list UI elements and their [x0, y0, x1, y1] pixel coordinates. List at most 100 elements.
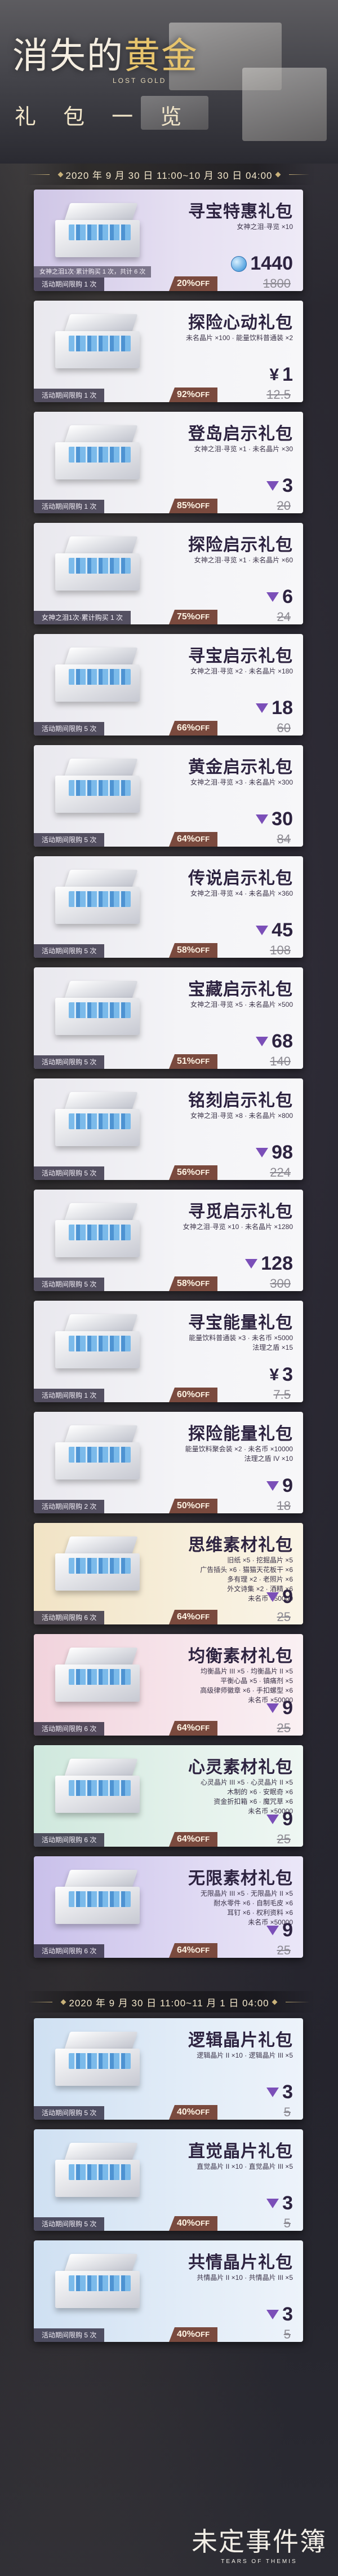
pack-items: 女神之泪·寻览 ×1 · 未名晶片 ×30: [158, 444, 293, 454]
pack-item-line: 木制的 ×6 · 安眠奇 ×6: [227, 1788, 293, 1796]
discount-bar: 20%OFF 1800: [169, 276, 303, 291]
gift-pack-card[interactable]: 无限素材礼包 无限晶片 III ×5 · 无限晶片 II ×5 耐水零件 ×6 · …: [34, 1856, 303, 1958]
gift-box-image: [44, 1644, 162, 1711]
gift-pack-card[interactable]: 心灵素材礼包 心灵晶片 III ×5 · 心灵晶片 II ×5 木制的 ×6 · 安…: [34, 1745, 303, 1847]
discount-badge: 56%OFF: [169, 1165, 218, 1180]
gift-box-image: [44, 1533, 162, 1600]
pack-item-line: 女神之泪·寻览 ×10 · 未名晶片 ×1280: [183, 1223, 293, 1231]
gift-pack-card[interactable]: 逻辑晶片礼包 逻辑晶片 II ×10 · 逻辑晶片 III ×5 3 40%OFF 5 活…: [34, 2018, 303, 2120]
event-title: 消失的黄金: [12, 36, 198, 77]
page-subtitle: 礼 包 一 览: [15, 104, 192, 129]
pack-name: 登岛启示礼包: [188, 424, 293, 444]
discount-badge: 64%OFF: [169, 1943, 218, 1958]
price-box[interactable]: 30: [256, 808, 293, 830]
price-box[interactable]: 9: [266, 1475, 293, 1497]
yen-symbol: ¥: [269, 365, 279, 384]
price-box[interactable]: 3: [266, 2081, 293, 2103]
price-box[interactable]: 18: [256, 697, 293, 719]
price-box[interactable]: ¥1: [269, 364, 293, 386]
discount-bar: 64%OFF 25: [169, 1943, 303, 1958]
gift-pack-card[interactable]: 思维素材礼包 旧纸 ×5 · 挖掘晶片 ×5 广告插头 ×6 · 猫猫天花板干 ×6…: [34, 1523, 303, 1624]
price-box[interactable]: 3: [266, 475, 293, 497]
pack-item-line: 能量饮料普通装 ×3 · 未名币 ×5000: [189, 1334, 293, 1342]
price-box[interactable]: 68: [256, 1031, 293, 1053]
pack-item-line: 广告插头 ×6 · 猫猫天花板干 ×6: [200, 1566, 293, 1574]
price-box[interactable]: 1440: [231, 253, 293, 275]
gift-pack-card[interactable]: 探险能量礼包 能量饮料聚会装 ×2 · 未名币 ×10000 法理之盾 IV ×10…: [34, 1412, 303, 1513]
pack-name: 寻宝能量礼包: [188, 1313, 293, 1333]
discount-off-label: OFF: [195, 946, 210, 954]
purchase-limit: 活动期间限购 5 次: [34, 2106, 105, 2120]
gift-pack-card[interactable]: 黄金启示礼包 女神之泪·寻览 ×3 · 未名晶片 ×300 30 64%OFF 84 活动…: [34, 745, 303, 847]
gift-box-image: [44, 2139, 162, 2206]
gift-pack-card[interactable]: 寻觅启示礼包 女神之泪·寻览 ×10 · 未名晶片 ×1280 128 58%OFF 3…: [34, 1190, 303, 1291]
discount-badge: 40%OFF: [169, 2216, 218, 2231]
pack-price: 9: [282, 1919, 293, 1941]
original-price: 84: [277, 832, 291, 846]
pack-price: 9: [282, 1586, 293, 1608]
pack-name: 探险启示礼包: [188, 535, 293, 555]
gem-currency-icon: [256, 1148, 269, 1157]
gift-box-image: [44, 311, 162, 377]
price-box[interactable]: 45: [256, 919, 293, 941]
pack-item-line: 高级律师徽章 ×6 · 手扣螺型 ×6: [200, 1686, 293, 1694]
gift-box-image: [44, 533, 162, 600]
pack-item-line: 女神之泪·寻览 ×3 · 未名晶片 ×300: [190, 778, 293, 786]
price-box[interactable]: 6: [266, 586, 293, 608]
price-box[interactable]: 9: [266, 1808, 293, 1830]
pack-name: 铭刻启示礼包: [188, 1091, 293, 1111]
pack-items: 能量饮料聚会装 ×2 · 未名币 ×10000 法理之盾 IV ×10: [158, 1445, 293, 1464]
period-bar-2: 2020 年 9 月 30 日 11:00~11 月 1 日 04:00: [23, 1991, 315, 2013]
pack-items: 共情晶片 II ×10 · 共情晶片 III ×5: [158, 2273, 293, 2283]
price-box[interactable]: 3: [266, 2192, 293, 2214]
purchase-limit: 活动期间限购 1 次: [34, 278, 105, 291]
discount-badge: 64%OFF: [169, 832, 218, 847]
price-box[interactable]: 9: [266, 1586, 293, 1608]
purchase-limit: 活动期间限购 5 次: [34, 1055, 105, 1069]
gift-pack-card[interactable]: 寻宝能量礼包 能量饮料普通装 ×3 · 未名币 ×5000 法理之盾 ×15 ¥3 60…: [34, 1301, 303, 1402]
pack-name: 直觉晶片礼包: [188, 2142, 293, 2161]
gift-pack-card[interactable]: 探险启示礼包 女神之泪·寻览 ×1 · 未名晶片 ×60 6 75%OFF 24 女神之泪…: [34, 523, 303, 624]
gift-pack-card[interactable]: 均衡素材礼包 均衡晶片 III ×5 · 均衡晶片 II ×5 平衡心晶 ×5 · …: [34, 1634, 303, 1736]
original-price: 140: [270, 1054, 291, 1068]
pack-name: 共情晶片礼包: [188, 2253, 293, 2273]
gift-pack-card[interactable]: 传说启示礼包 女神之泪·寻览 ×4 · 未名晶片 ×360 45 58%OFF 108 活…: [34, 856, 303, 958]
discount-off-label: OFF: [195, 1946, 210, 1954]
gem-currency-icon: [256, 814, 269, 824]
gift-contents: [69, 1558, 131, 1574]
gift-pack-card[interactable]: 探险心动礼包 未名晶片 ×100 · 能量饮料普通装 ×2 ¥1 92%OFF 12.5…: [34, 301, 303, 402]
original-price: 108: [270, 943, 291, 957]
discount-badge: 40%OFF: [169, 2105, 218, 2120]
discount-off-label: OFF: [195, 1057, 210, 1065]
gift-box-image: [44, 2028, 162, 2095]
gift-pack-card[interactable]: 登岛启示礼包 女神之泪·寻览 ×1 · 未名晶片 ×30 3 85%OFF 20 活动期间…: [34, 412, 303, 513]
price-box[interactable]: 128: [245, 1253, 293, 1275]
discount-off-label: OFF: [195, 724, 210, 732]
price-box[interactable]: 9: [266, 1697, 293, 1719]
gem-currency-icon: [266, 592, 279, 602]
gift-pack-card[interactable]: 直觉晶片礼包 直觉晶片 II ×10 · 直觉晶片 III ×5 3 40%OFF 5 活…: [34, 2129, 303, 2231]
price-box[interactable]: ¥3: [269, 1364, 293, 1386]
gem-currency-icon: [266, 2088, 279, 2097]
purchase-limit: 活动期间限购 6 次: [34, 1611, 105, 1624]
gift-pack-card[interactable]: 宝藏启示礼包 女神之泪·寻览 ×5 · 未名晶片 ×500 68 51%OFF 140 活…: [34, 967, 303, 1069]
pack-name: 均衡素材礼包: [188, 1646, 293, 1666]
discount-badge: 20%OFF: [169, 276, 218, 291]
gift-pack-card[interactable]: 共情晶片礼包 共情晶片 II ×10 · 共情晶片 III ×5 3 40%OFF 5 活…: [34, 2240, 303, 2342]
discount-off-label: OFF: [195, 1613, 210, 1621]
pack-price: 9: [282, 1475, 293, 1496]
purchase-limit: 活动期间限购 6 次: [34, 1944, 105, 1958]
original-price: 20: [277, 499, 291, 513]
page: 消失的黄金 LOST GOLD 礼 包 一 览 2020 年 9 月 30 日 …: [0, 0, 338, 2576]
original-price: 5: [283, 2105, 291, 2119]
gift-pack-card[interactable]: 铭刻启示礼包 女神之泪·寻览 ×8 · 未名晶片 ×800 98 56%OFF 224 活…: [34, 1078, 303, 1180]
discount-badge: 50%OFF: [169, 1499, 218, 1513]
price-box[interactable]: 98: [256, 1142, 293, 1164]
discount-off-label: OFF: [195, 2330, 210, 2339]
purchase-limit: 活动期间限购 6 次: [34, 1833, 105, 1847]
price-box[interactable]: 9: [266, 1919, 293, 1941]
gift-pack-card[interactable]: 寻宝特惠礼包 女神之泪·寻览 ×10 1440 20%OFF 1800 女神之泪1次·累计…: [34, 190, 303, 291]
pack-name: 探险能量礼包: [188, 1424, 293, 1444]
price-box[interactable]: 3: [266, 2304, 293, 2326]
gift-pack-card[interactable]: 寻宝启示礼包 女神之泪·寻览 ×2 · 未名晶片 ×180 18 66%OFF 60 活动…: [34, 634, 303, 736]
